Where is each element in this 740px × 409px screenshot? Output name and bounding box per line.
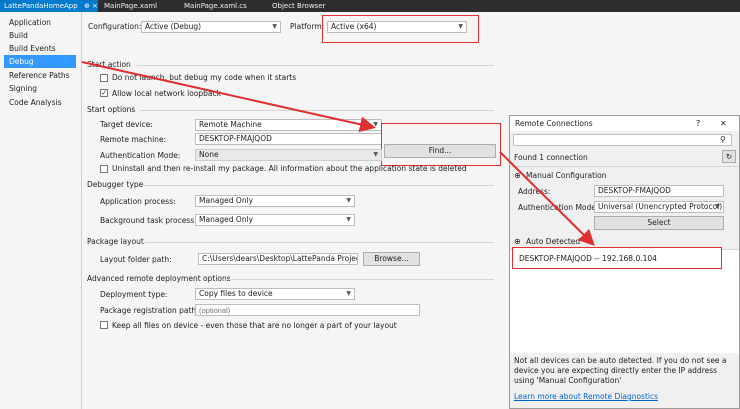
arrow-debug-to-target <box>81 61 376 133</box>
arrow-find-to-auto <box>499 151 595 246</box>
annotation-arrows <box>81 61 595 246</box>
